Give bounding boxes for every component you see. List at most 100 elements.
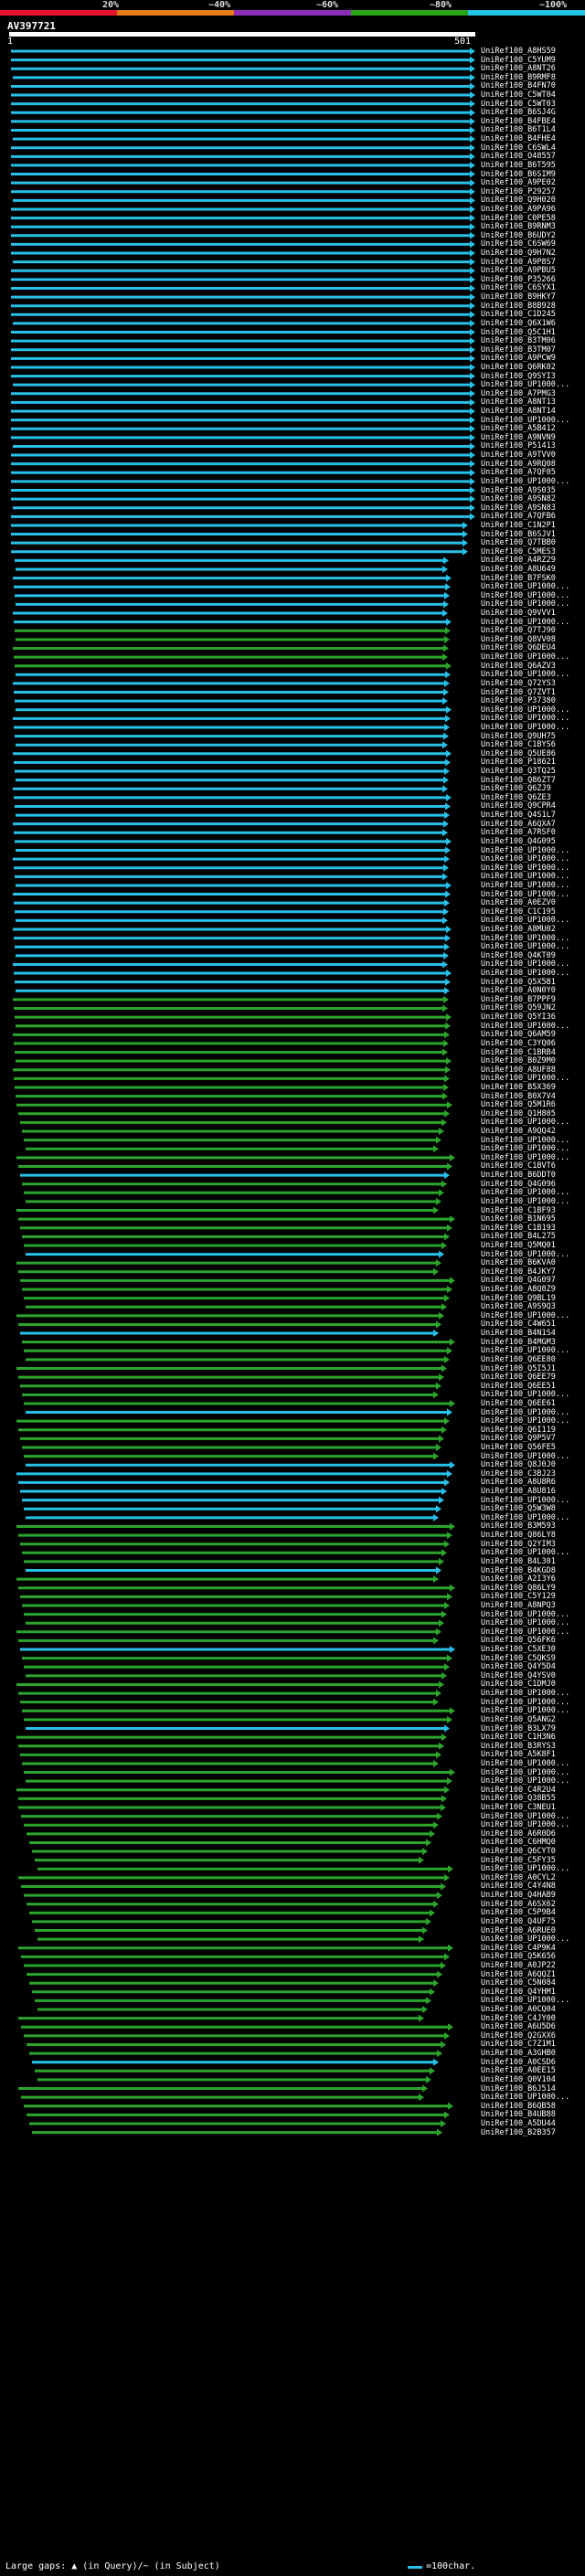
hit-label[interactable]: UniRef100_C1BF93 — [481, 1206, 556, 1215]
hit-label[interactable]: UniRef100_Q7TBB0 — [481, 538, 556, 547]
hit-label[interactable]: UniRef100_C3NEU1 — [481, 1803, 556, 1812]
hit-label[interactable]: UniRef100_B9RNM3 — [481, 222, 556, 231]
hit-label[interactable]: UniRef100_B6T1L4 — [481, 125, 556, 134]
hit-label[interactable]: UniRef100_B0Z9M0 — [481, 1056, 556, 1065]
hit-label[interactable]: UniRef100_A9P8S7 — [481, 258, 556, 267]
hit-label[interactable]: UniRef100_Q9H020 — [481, 196, 556, 205]
hit-label[interactable]: UniRef100_C1H3N6 — [481, 1733, 556, 1742]
hit-label[interactable]: UniRef100_B4L275 — [481, 1232, 556, 1241]
hit-label[interactable]: UniRef100_A0CYL2 — [481, 1873, 556, 1882]
hit-label[interactable]: UniRef100_Q6CYT0 — [481, 1847, 556, 1856]
hit-label[interactable]: UniRef100_A4RZ29 — [481, 556, 556, 565]
hit-label[interactable]: UniRef100_B6SJ4G — [481, 108, 556, 117]
hit-label[interactable]: UniRef100_A8NT26 — [481, 64, 556, 73]
hit-label[interactable]: UniRef100_B6UDY2 — [481, 231, 556, 240]
hit-label[interactable]: UniRef100_B4FBE4 — [481, 117, 556, 126]
hit-label[interactable]: UniRef100_Q59JN2 — [481, 1003, 556, 1012]
hit-label[interactable]: UniRef100_Q5C1H1 — [481, 328, 556, 337]
hit-label[interactable]: UniRef100_Q6AM59 — [481, 1030, 556, 1039]
hit-label[interactable]: UniRef100_P51413 — [481, 441, 556, 451]
hit-label[interactable]: UniRef100_UP1000... — [481, 1496, 569, 1505]
hit-label[interactable]: UniRef100_UP1000... — [481, 599, 569, 609]
hit-label[interactable]: UniRef100_Q0V104 — [481, 2075, 556, 2084]
hit-label[interactable]: UniRef100_Q9H7N2 — [481, 249, 556, 258]
hit-label[interactable]: UniRef100_C4JY00 — [481, 2014, 556, 2023]
hit-label[interactable]: UniRef100_C5WT04 — [481, 90, 556, 100]
hit-label[interactable]: UniRef100_A0N0Y0 — [481, 986, 556, 995]
hit-label[interactable]: UniRef100_UP1000... — [481, 934, 569, 943]
hit-label[interactable]: UniRef100_B4JKY7 — [481, 1267, 556, 1277]
hit-label[interactable]: UniRef100_C7Z1M1 — [481, 2040, 556, 2049]
hit-label[interactable]: UniRef100_UP1000... — [481, 1996, 569, 2005]
hit-label[interactable]: UniRef100_B9RMF8 — [481, 73, 556, 82]
hit-label[interactable]: UniRef100_UP1000... — [481, 959, 569, 969]
hit-label[interactable]: UniRef100_Q6RK02 — [481, 363, 556, 372]
hit-label[interactable]: UniRef100_C5MES3 — [481, 547, 556, 557]
hit-label[interactable]: UniRef100_A8HS59 — [481, 47, 556, 56]
hit-label[interactable]: UniRef100_B6SIM9 — [481, 170, 556, 179]
hit-label[interactable]: UniRef100_A8Q8Z9 — [481, 1285, 556, 1294]
hit-label[interactable]: UniRef100_UP1000... — [481, 705, 569, 715]
hit-label[interactable]: UniRef100_A8NT13 — [481, 398, 556, 407]
hit-label[interactable]: UniRef100_B4UB88 — [481, 2110, 556, 2119]
hit-label[interactable]: UniRef100_UP1000... — [481, 1022, 569, 1031]
hit-label[interactable]: UniRef100_Q6X1W6 — [481, 319, 556, 328]
hit-label[interactable]: UniRef100_C6SWL4 — [481, 143, 556, 153]
hit-label[interactable]: UniRef100_Q4G096 — [481, 1180, 556, 1189]
hit-label[interactable]: UniRef100_Q6EE80 — [481, 1355, 556, 1364]
hit-label[interactable]: UniRef100_C0PE58 — [481, 214, 556, 223]
hit-label[interactable]: UniRef100_B2B357 — [481, 2128, 556, 2137]
hit-label[interactable]: UniRef100_UP1000... — [481, 881, 569, 890]
hit-label[interactable]: UniRef100_C6SYX1 — [481, 283, 556, 292]
hit-label[interactable]: UniRef100_B7FSK0 — [481, 574, 556, 583]
hit-label[interactable]: UniRef100_UP1000... — [481, 1197, 569, 1206]
hit-label[interactable]: UniRef100_UP1000... — [481, 872, 569, 881]
hit-label[interactable]: UniRef100_C5XE30 — [481, 1645, 556, 1654]
hit-label[interactable]: UniRef100_C1BYS6 — [481, 740, 556, 749]
hit-label[interactable]: UniRef100_C1B193 — [481, 1224, 556, 1233]
hit-label[interactable]: UniRef100_B6T595 — [481, 161, 556, 170]
hit-label[interactable]: UniRef100_B9HKY7 — [481, 292, 556, 302]
hit-label[interactable]: UniRef100_B4MGM3 — [481, 1338, 556, 1347]
hit-label[interactable]: UniRef100_B6J514 — [481, 2084, 556, 2094]
hit-label[interactable]: UniRef100_A9PE02 — [481, 178, 556, 187]
hit-label[interactable]: UniRef100_C1BRB4 — [481, 1048, 556, 1057]
hit-label[interactable]: UniRef100_A9RQ08 — [481, 460, 556, 469]
hit-label[interactable]: UniRef100_C1C195 — [481, 907, 556, 917]
hit-label[interactable]: UniRef100_C1N2P1 — [481, 521, 556, 530]
hit-label[interactable]: UniRef100_Q56FK6 — [481, 1636, 556, 1645]
hit-label[interactable]: UniRef100_UP1000... — [481, 854, 569, 864]
hit-label[interactable]: UniRef100_C3YQ06 — [481, 1039, 556, 1048]
hit-label[interactable]: UniRef100_Q2GXX6 — [481, 2031, 556, 2041]
hit-label[interactable]: UniRef100_Q5ANG2 — [481, 1715, 556, 1724]
hit-label[interactable]: UniRef100_B8B928 — [481, 302, 556, 311]
hit-label[interactable]: UniRef100_UP1000... — [481, 1390, 569, 1399]
hit-label[interactable]: UniRef100_C5N084 — [481, 1978, 556, 1988]
hit-label[interactable]: UniRef100_A8U649 — [481, 565, 556, 574]
hit-label[interactable]: UniRef100_Q9SYI3 — [481, 372, 556, 381]
hit-label[interactable]: UniRef100_UP1000... — [481, 2093, 569, 2102]
hit-label[interactable]: UniRef100_Q9UH75 — [481, 732, 556, 741]
hit-label[interactable]: UniRef100_A9TVV0 — [481, 451, 556, 460]
hit-label[interactable]: UniRef100_Q86ZT7 — [481, 776, 556, 785]
hit-label[interactable]: UniRef100_UP1000... — [481, 1698, 569, 1707]
hit-label[interactable]: UniRef100_A9PA96 — [481, 205, 556, 214]
hit-label[interactable]: UniRef100_A6SX62 — [481, 1900, 556, 1909]
hit-label[interactable]: UniRef100_Q6EE79 — [481, 1373, 556, 1382]
hit-label[interactable]: UniRef100_A7QF05 — [481, 468, 556, 477]
hit-label[interactable]: UniRef100_UP1000... — [481, 1610, 569, 1619]
hit-label[interactable]: UniRef100_UP1000... — [481, 1416, 569, 1426]
hit-label[interactable]: UniRef100_C4Y4N8 — [481, 1882, 556, 1891]
hit-label[interactable]: UniRef100_B6DDT0 — [481, 1171, 556, 1180]
hit-label[interactable]: UniRef100_Q4YSV0 — [481, 1671, 556, 1680]
hit-label[interactable]: UniRef100_A6R0D6 — [481, 1829, 556, 1839]
hit-label[interactable]: UniRef100_UP1000... — [481, 1548, 569, 1557]
hit-label[interactable]: UniRef100_Q86LY8 — [481, 1531, 556, 1540]
hit-label[interactable]: UniRef100_B4KGD8 — [481, 1566, 556, 1575]
hit-label[interactable]: UniRef100_UP1000... — [481, 1768, 569, 1777]
hit-label[interactable]: UniRef100_B5X369 — [481, 1083, 556, 1092]
hit-label[interactable]: UniRef100_UP1000... — [481, 942, 569, 951]
hit-label[interactable]: UniRef100_A6RUE0 — [481, 1926, 556, 1935]
hit-label[interactable]: UniRef100_C5FY35 — [481, 1856, 556, 1865]
hit-label[interactable]: UniRef100_Q8VV08 — [481, 635, 556, 644]
